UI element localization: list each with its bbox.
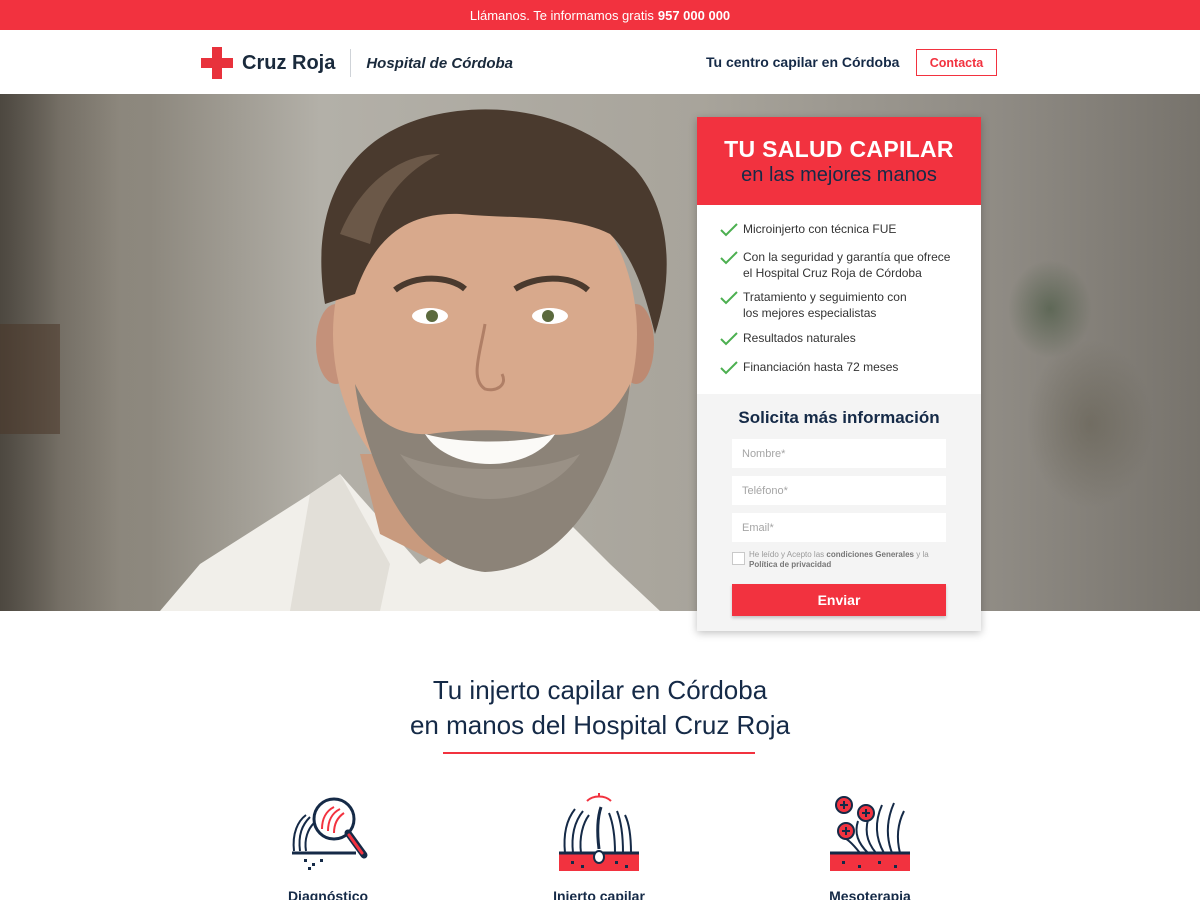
privacy-link[interactable]: Política de privacidad xyxy=(749,560,831,569)
email-input[interactable] xyxy=(732,513,946,542)
section-title: Tu injerto capilar en Córdoba en manos d… xyxy=(409,675,791,740)
feature-item: Microinjerto con técnica FUE xyxy=(719,221,963,237)
name-input[interactable] xyxy=(732,439,946,468)
service-label: Injerto capilar xyxy=(553,888,645,900)
consent-row: He leído y Acepto las condiciones Genera… xyxy=(732,550,946,570)
service-mesoterapia[interactable]: Mesoterapia xyxy=(760,793,980,900)
submit-button[interactable]: Enviar xyxy=(732,584,946,616)
feature-list: Microinjerto con técnica FUE Con la segu… xyxy=(697,205,981,394)
panel-title: TU SALUD CAPILAR xyxy=(724,136,954,162)
contact-button[interactable]: Contacta xyxy=(916,49,997,76)
header-tagline: Tu centro capilar en Córdoba xyxy=(706,54,900,70)
feature-item: Financiación hasta 72 meses xyxy=(719,359,963,375)
site-header: Cruz Roja Hospital de Córdoba Tu centro … xyxy=(0,30,1200,94)
panel-header: TU SALUD CAPILAR en las mejores manos xyxy=(697,117,981,205)
check-icon xyxy=(720,223,738,237)
brand-name: Cruz Roja xyxy=(242,51,336,74)
logo-divider xyxy=(350,49,352,77)
feature-item: Tratamiento y seguimiento con los mejore… xyxy=(719,289,919,321)
hair-treatment-icon xyxy=(830,796,910,871)
consent-checkbox[interactable] xyxy=(732,552,745,565)
consent-text: He leído y Acepto las condiciones Genera… xyxy=(749,550,929,569)
topbar-phone[interactable]: 957 000 000 xyxy=(658,8,730,23)
service-label: Mesoterapia xyxy=(829,888,911,900)
service-injerto[interactable]: Injerto capilar xyxy=(489,793,709,900)
terms-link[interactable]: condiciones Generales xyxy=(826,550,914,559)
service-diagnostico[interactable]: Diagnóstico xyxy=(218,793,438,900)
section-divider xyxy=(443,752,755,754)
topbar-text: Llámanos. Te informamos gratis xyxy=(469,7,654,23)
check-icon xyxy=(720,291,738,305)
panel-subtitle: en las mejores manos xyxy=(741,164,937,186)
hospital-name: Hospital de Córdoba xyxy=(366,54,514,72)
check-icon xyxy=(720,251,738,265)
hair-follicle-icon xyxy=(559,793,639,871)
service-label: Diagnóstico xyxy=(287,888,369,900)
check-icon xyxy=(720,361,738,375)
phone-input[interactable] xyxy=(732,476,946,505)
background-door xyxy=(0,324,60,434)
form-title: Solicita más información xyxy=(738,408,940,427)
red-cross-icon xyxy=(201,47,233,79)
hero-section xyxy=(0,94,1200,611)
magnifier-hair-icon xyxy=(292,797,368,870)
logo[interactable]: Cruz Roja Hospital de Córdoba xyxy=(201,47,514,79)
info-panel: TU SALUD CAPILAR en las mejores manos Mi… xyxy=(697,117,981,631)
contact-form: Solicita más información He leído y Acep… xyxy=(697,394,981,616)
top-bar: Llámanos. Te informamos gratis 957 000 0… xyxy=(0,0,1200,30)
feature-item: Resultados naturales xyxy=(719,330,963,346)
hero-man-portrait xyxy=(160,109,667,611)
feature-item: Con la seguridad y garantía que ofrece e… xyxy=(719,249,955,281)
check-icon xyxy=(720,332,738,346)
